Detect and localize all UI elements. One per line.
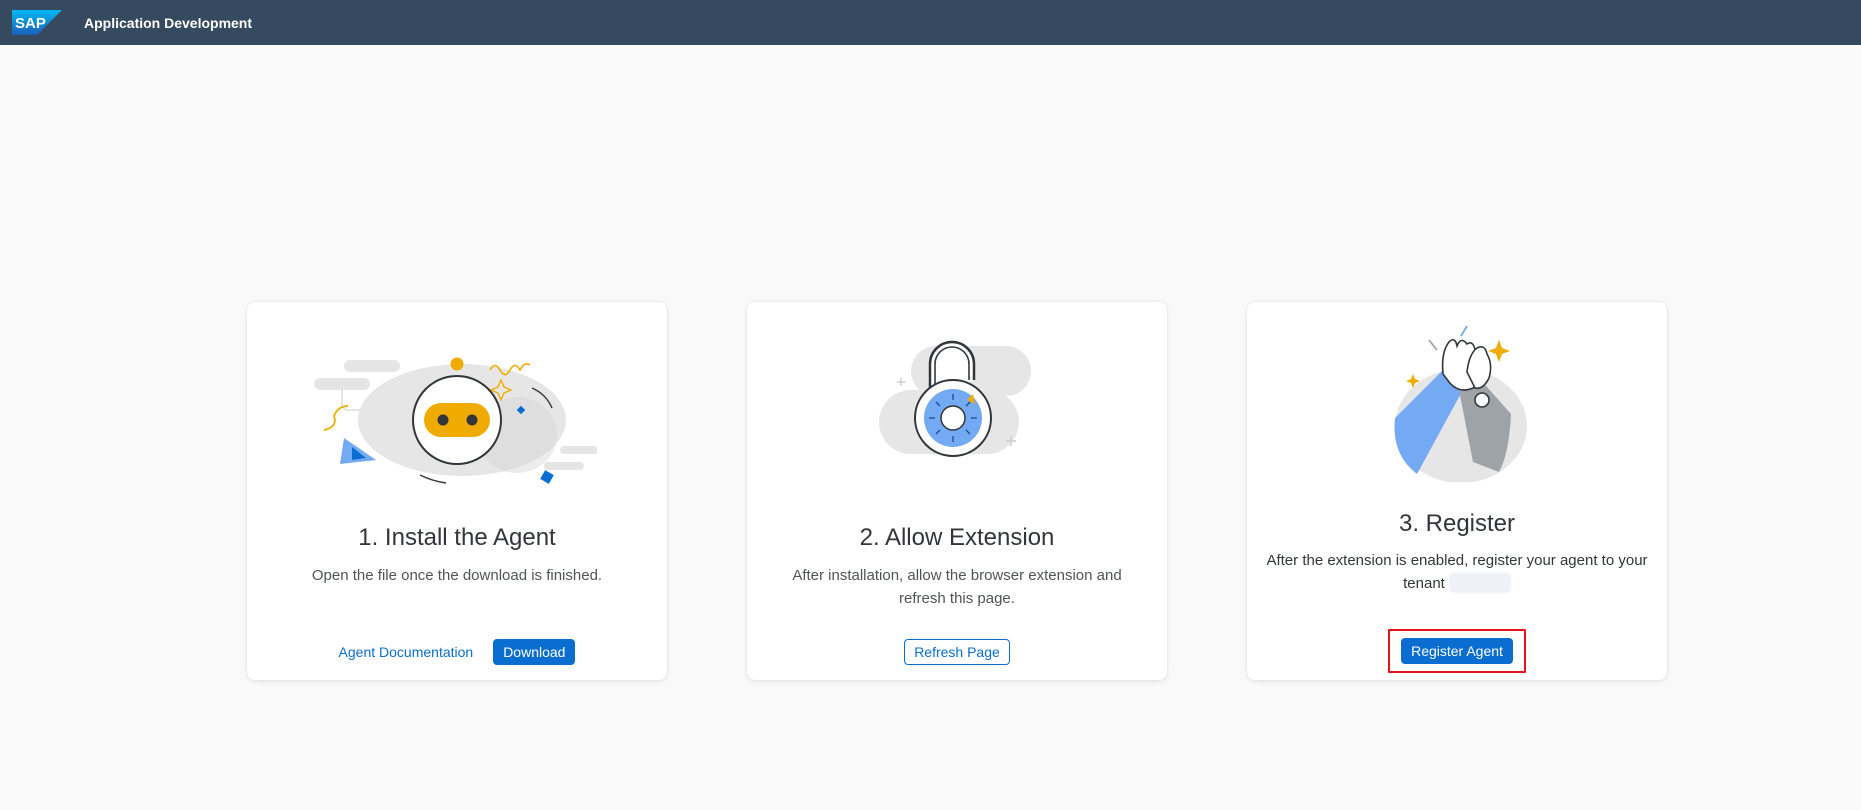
card-actions: Refresh Page [747, 639, 1167, 665]
shell-bar: SAP Application Development [0, 0, 1861, 45]
robot-illustration-icon [314, 357, 597, 484]
app-title: Application Development [84, 14, 253, 31]
download-button[interactable]: Download [493, 639, 576, 665]
card-description: After installation, allow the browser ex… [792, 567, 1122, 607]
register-highlight-box: Register Agent [1388, 629, 1526, 673]
logo-text: SAP [15, 15, 46, 32]
refresh-page-button[interactable]: Refresh Page [904, 639, 1010, 665]
high-five-illustration-icon [1394, 325, 1527, 482]
padlock-illustration-icon [879, 340, 1031, 457]
register-card: 3. Register After the extension is enabl… [1247, 302, 1667, 680]
card-title: 3. Register [1398, 510, 1516, 537]
install-agent-card: 1. Install the Agent Open the file once … [247, 302, 667, 680]
card-actions: Agent Documentation Download [247, 639, 667, 665]
register-agent-button[interactable]: Register Agent [1401, 638, 1513, 664]
card-actions: Register Agent [1247, 629, 1667, 673]
sap-logo-icon[interactable]: SAP [12, 10, 62, 35]
agent-documentation-link[interactable]: Agent Documentation [339, 644, 474, 660]
card-description: After the extension is enabled, register… [1265, 549, 1649, 595]
card-title: 1. Install the Agent [358, 524, 556, 551]
tenant-name-redacted [1448, 573, 1511, 593]
card-description: Open the file once the download is finis… [311, 567, 603, 584]
allow-extension-card: 2. Allow Extension After installation, a… [747, 302, 1167, 680]
card-title: 2. Allow Extension [859, 524, 1055, 551]
